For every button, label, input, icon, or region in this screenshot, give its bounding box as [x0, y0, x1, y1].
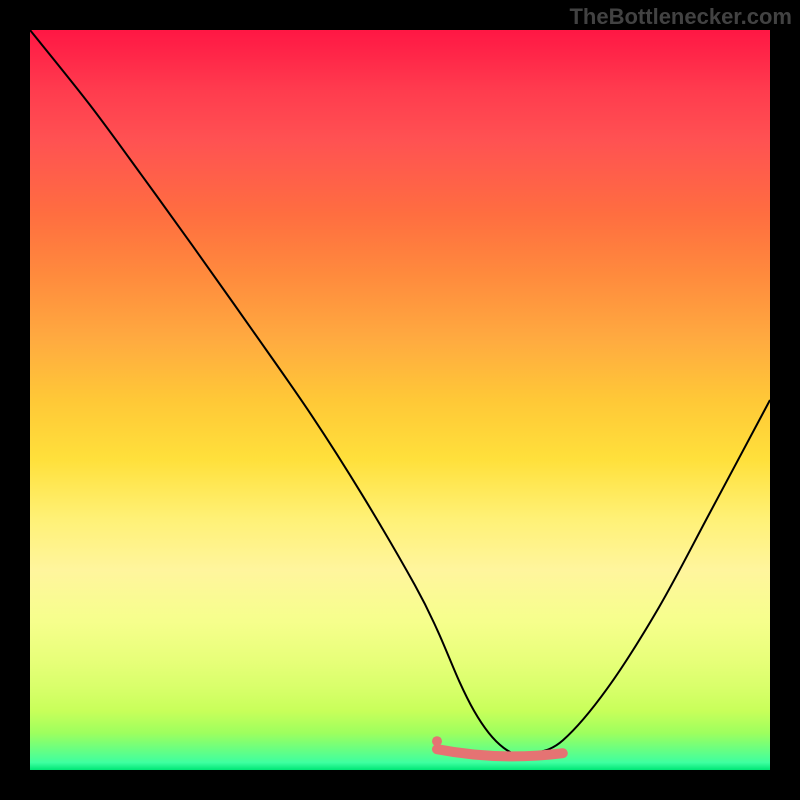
- chart-plot-area: [30, 30, 770, 770]
- watermark-text: TheBottlenecker.com: [569, 4, 792, 30]
- sweet-spot-dot: [432, 736, 442, 746]
- bottleneck-curve: [30, 30, 770, 756]
- sweet-spot-highlight: [437, 749, 563, 756]
- chart-svg: [30, 30, 770, 770]
